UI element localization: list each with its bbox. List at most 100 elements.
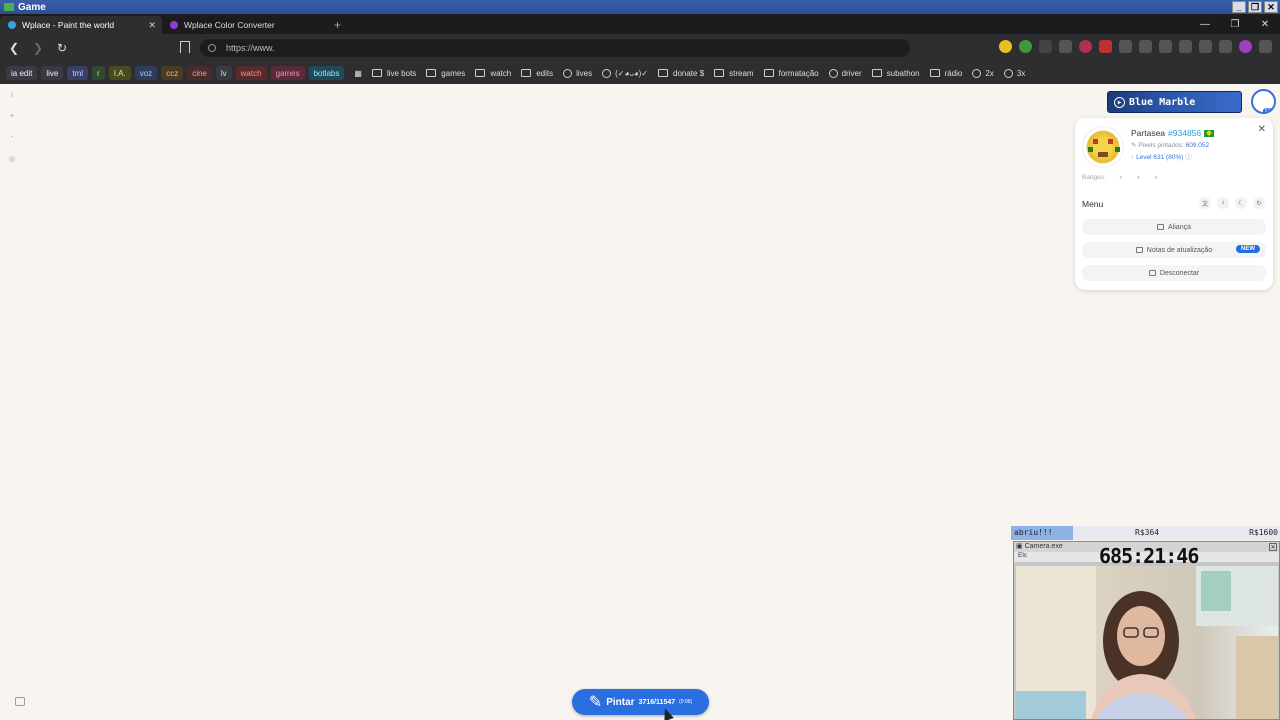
extension-icon[interactable] (1099, 40, 1112, 53)
camera-icon: ▣ (1016, 543, 1023, 550)
bookmark-item[interactable]: stream (714, 69, 754, 78)
os-window-title: Game (18, 1, 46, 13)
info-icon[interactable]: i (8, 92, 16, 99)
apps-grid-icon[interactable]: ▦ (354, 69, 362, 78)
bookmark-label: formatação (778, 68, 819, 78)
extension-icon[interactable] (1059, 40, 1072, 53)
puzzle-icon[interactable] (1119, 40, 1132, 53)
paint-label: Pintar (606, 696, 635, 708)
bookmark-chip[interactable]: botlabs (308, 66, 345, 80)
alliance-button[interactable]: Aliança (1082, 219, 1266, 235)
close-icon[interactable]: ✕ (1258, 124, 1266, 135)
bookmark-item[interactable]: driver (828, 68, 862, 78)
webcam-feed (1016, 566, 1278, 719)
shield-icon[interactable] (1219, 40, 1232, 53)
tab-close-icon[interactable]: ✕ (148, 20, 156, 31)
os-minimize-button[interactable]: _ (1232, 1, 1246, 13)
url-text: https://www. (226, 43, 275, 53)
badge-icon[interactable]: ● (1119, 175, 1123, 181)
logout-label: Desconectar (1159, 269, 1200, 277)
camera-title: Camera.exe (1024, 543, 1063, 550)
bookmark-chip[interactable]: lv (215, 66, 232, 80)
bookmark-chip[interactable]: live (41, 66, 64, 80)
stream-overlay: abriu!!! R$364 R$1600 ▣ Camera.exe ✕ Elc… (1011, 526, 1280, 720)
bookmark-item[interactable]: 3x (1003, 68, 1025, 78)
bookmark-item[interactable]: edits (521, 69, 553, 78)
bookmark-item[interactable]: rádio (929, 69, 962, 78)
bookmark-chip[interactable]: ia edit (6, 66, 38, 80)
translate-icon[interactable]: 文 (1199, 197, 1211, 209)
bookmark-chip[interactable]: I.A. (108, 66, 131, 80)
profile-panel: ✕ Partasea #934856 ✎ Pixels pintados: 60… (1075, 118, 1273, 290)
tab-color-converter[interactable]: Wplace Color Converter (162, 16, 324, 34)
bookmark-chip[interactable]: tml (67, 66, 89, 80)
browser-window-controls: — ❐ ✕ (1190, 14, 1280, 34)
bookmark-item[interactable]: formatação (763, 68, 819, 78)
bookmark-item[interactable]: subathon (871, 69, 920, 78)
zoom-out-icon[interactable]: - (8, 134, 16, 141)
extension-icon[interactable] (1139, 40, 1152, 53)
bookmark-item[interactable]: watch (475, 69, 511, 78)
bookmark-chip[interactable]: games (270, 66, 305, 80)
refresh-icon[interactable]: ↻ (1253, 197, 1265, 209)
bookmark-item[interactable]: (✓◕ᴗ◕)✓ (602, 68, 648, 78)
folder-icon (763, 69, 774, 77)
info-circle-icon[interactable]: ⓘ (1185, 154, 1192, 161)
folder-icon (658, 69, 668, 77)
globe-icon (563, 68, 573, 78)
bookmark-chip[interactable]: voz (134, 66, 158, 80)
extension-icon[interactable] (1239, 40, 1252, 53)
folder-icon (929, 69, 940, 77)
sidebar-icon[interactable] (1159, 40, 1172, 53)
zoom-in-icon[interactable]: + (8, 113, 16, 120)
site-info-icon[interactable] (208, 44, 216, 52)
bookmark-icon[interactable] (180, 41, 190, 53)
logout-button[interactable]: Desconectar (1082, 265, 1266, 281)
wallet-icon[interactable] (1179, 40, 1192, 53)
tab-label: Wplace Color Converter (184, 20, 275, 30)
user-avatar[interactable]: 631 (1251, 89, 1276, 114)
bookmark-chip[interactable]: ccz (161, 66, 184, 80)
extension-icons (999, 40, 1272, 53)
new-tab-button[interactable]: + (324, 16, 351, 34)
extension-icon[interactable] (1039, 40, 1052, 53)
location-icon[interactable]: ◎ (8, 155, 16, 163)
update-notes-button[interactable]: Notas de atualização NEW (1082, 242, 1266, 258)
browser-restore-icon[interactable]: ❐ (1220, 14, 1250, 34)
bookmark-item[interactable]: lives (563, 68, 592, 78)
forward-arrow-icon[interactable]: ❯ (28, 38, 48, 58)
bookmark-chip[interactable]: r (92, 66, 105, 80)
bookmark-item[interactable]: live bots (371, 69, 416, 78)
camera-close-icon[interactable]: ✕ (1269, 543, 1277, 551)
blue-marble-button[interactable]: ▶ Blue Marble (1107, 91, 1242, 113)
bookmark-item[interactable]: donate $ (658, 69, 704, 78)
browser-minimize-icon[interactable]: — (1190, 14, 1220, 34)
bookmark-chip[interactable]: cine (187, 66, 212, 80)
tab-wplace[interactable]: Wplace - Paint the world ✕ (0, 16, 162, 34)
dark-mode-icon[interactable]: ☾ (1235, 197, 1247, 209)
extension-icon[interactable] (1079, 40, 1092, 53)
os-close-button[interactable]: ✕ (1264, 1, 1278, 13)
os-restore-button[interactable]: ❐ (1248, 1, 1262, 13)
profile-name: Partasea (1131, 128, 1166, 138)
bookmark-label: (✓◕ᴗ◕)✓ (615, 68, 648, 78)
layers-icon[interactable] (15, 697, 25, 706)
bookmark-item[interactable]: 2x (972, 68, 994, 78)
extension-icon[interactable] (1199, 40, 1212, 53)
back-arrow-icon[interactable]: ❮ (4, 38, 24, 58)
browser-close-icon[interactable]: ✕ (1250, 14, 1280, 34)
sound-icon[interactable]: ♪ (1217, 197, 1229, 209)
menu-icon[interactable] (1259, 40, 1272, 53)
paint-button[interactable]: ✎ Pintar 3716/11547 (0:08) (572, 689, 709, 715)
extension-icon[interactable] (999, 40, 1012, 53)
reload-icon[interactable]: ↻ (52, 38, 72, 58)
tab-label: Wplace - Paint the world (22, 20, 115, 30)
address-bar[interactable]: https://www. (200, 39, 910, 57)
bookmark-label: 2x (985, 68, 994, 78)
badge-icon[interactable]: ● (1154, 175, 1158, 181)
badge-icon[interactable]: ● (1137, 175, 1141, 181)
bookmark-item[interactable]: games (426, 69, 465, 78)
bookmark-chip[interactable]: watch (235, 66, 267, 80)
extension-icon[interactable] (1019, 40, 1032, 53)
group-icon (1157, 224, 1165, 230)
